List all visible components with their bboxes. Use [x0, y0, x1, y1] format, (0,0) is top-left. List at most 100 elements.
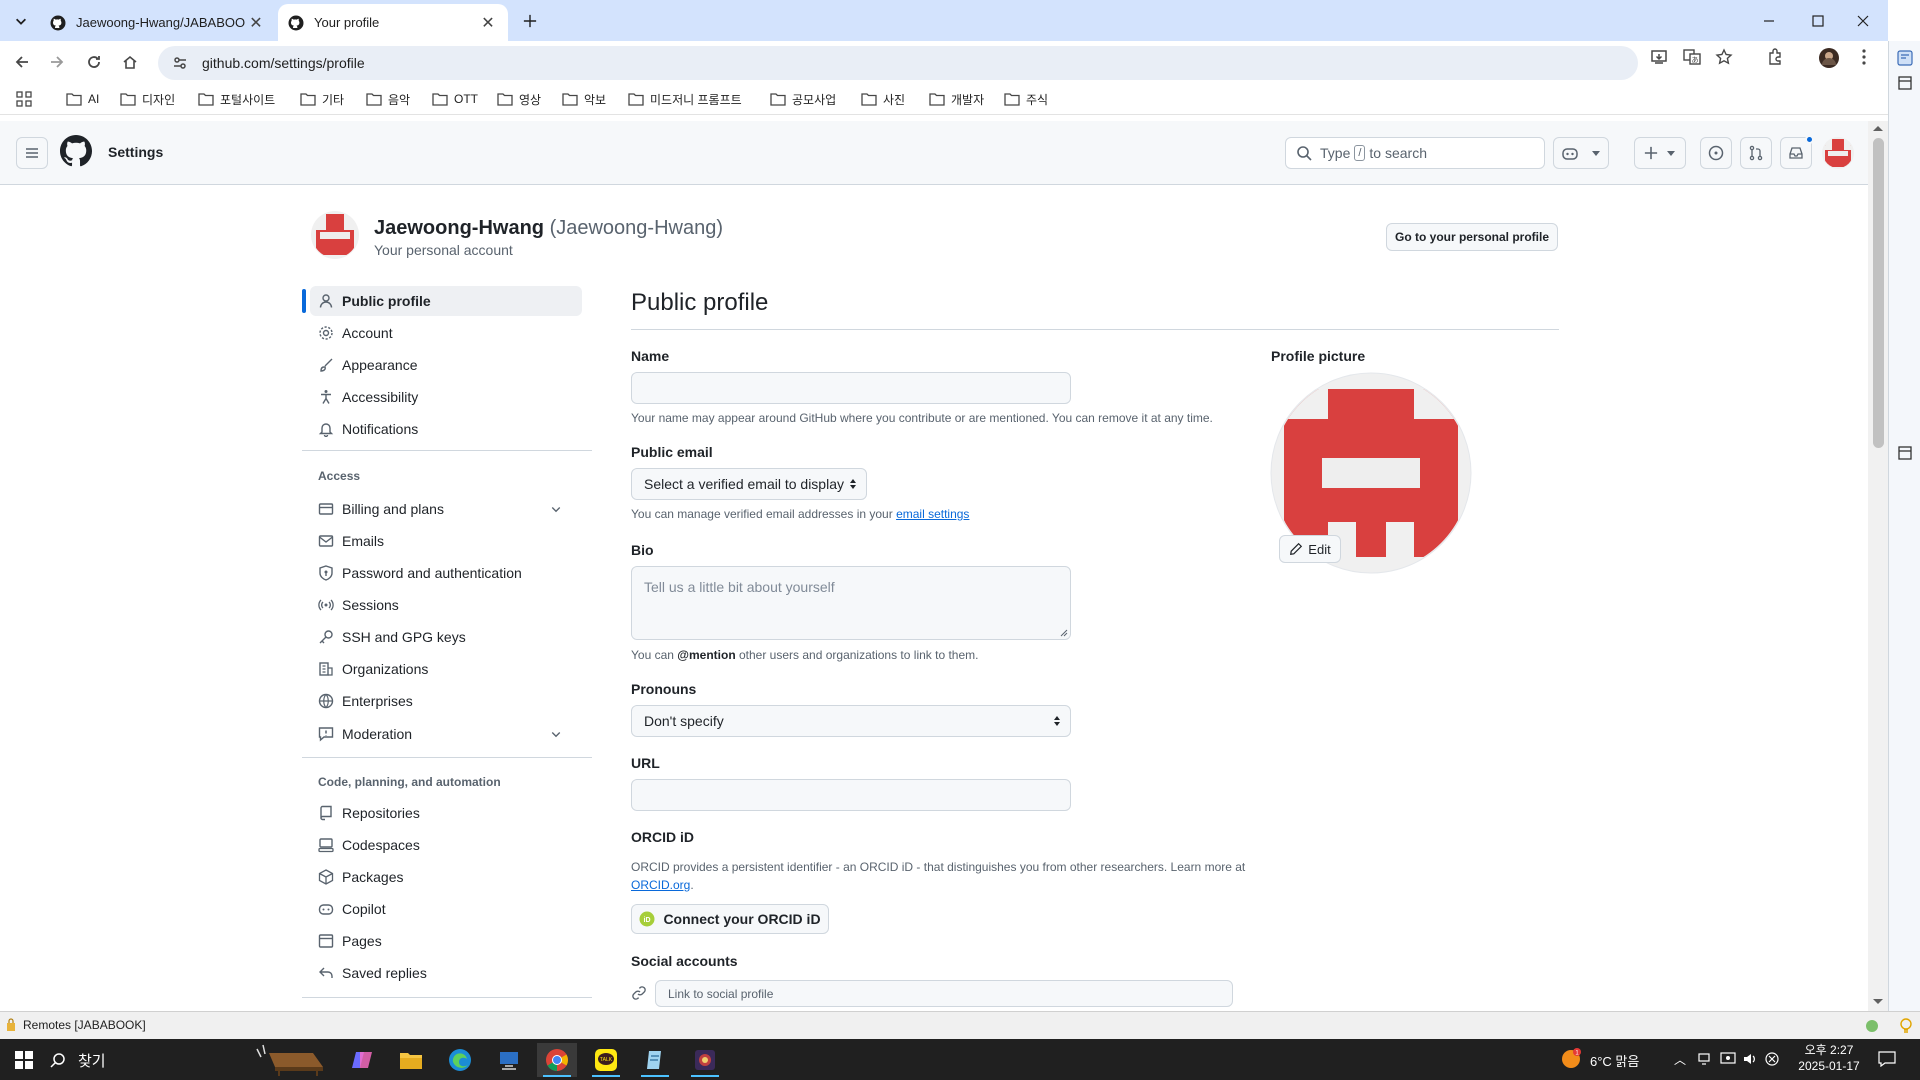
extensions-icon[interactable] — [1766, 48, 1786, 68]
create-new-button[interactable] — [1634, 137, 1686, 169]
bookmark-folder[interactable]: OTT — [432, 89, 478, 109]
sidebar-item-packages[interactable]: Packages — [310, 862, 582, 892]
lightbulb-icon[interactable] — [1899, 1018, 1913, 1034]
sidebar-item-public-profile[interactable]: Public profile — [310, 286, 582, 316]
address-bar[interactable]: github.com/settings/profile — [158, 46, 1638, 80]
public-email-select[interactable]: Select a verified email to display — [631, 468, 867, 500]
install-app-icon[interactable] — [1650, 48, 1670, 68]
sidebar-item-emails[interactable]: Emails — [310, 526, 582, 556]
connect-orcid-button[interactable]: iD Connect your ORCID iD — [631, 904, 829, 934]
chrome-icon[interactable] — [537, 1043, 577, 1077]
taskbar-search[interactable]: 찾기 — [50, 1047, 250, 1073]
tray-chevron-icon[interactable]: ︿ — [1674, 1051, 1686, 1068]
side-panel-icon[interactable] — [1896, 49, 1914, 67]
sidebar-item-sessions[interactable]: Sessions — [310, 590, 582, 620]
start-button[interactable] — [4, 1043, 44, 1077]
kakaotalk-icon[interactable]: TALK — [586, 1043, 626, 1077]
pronouns-select[interactable]: Don't specify — [631, 705, 1071, 737]
bookmark-folder[interactable]: 기타 — [300, 89, 344, 109]
scroll-up-icon[interactable] — [1873, 125, 1883, 131]
scroll-down-icon[interactable] — [1873, 999, 1883, 1005]
back-button[interactable] — [7, 47, 37, 77]
maximize-button[interactable] — [1795, 0, 1841, 41]
bookmark-folder[interactable]: 포털사이트 — [198, 89, 275, 109]
translate-icon[interactable]: あ — [1683, 48, 1703, 68]
edge-icon[interactable] — [440, 1043, 480, 1077]
profile-avatar[interactable] — [1819, 48, 1839, 68]
bookmark-folder[interactable]: 악보 — [562, 89, 606, 109]
file-explorer-icon[interactable] — [391, 1043, 431, 1077]
resize-handle-icon[interactable] — [1060, 629, 1068, 637]
tab-your-profile[interactable]: Your profile ✕ — [278, 4, 508, 41]
bio-textarea[interactable]: Tell us a little bit about yourself — [631, 566, 1071, 640]
sidebar-item-accessibility[interactable]: Accessibility — [310, 382, 582, 412]
name-field[interactable] — [631, 372, 1071, 404]
sidebar-item-saved-replies[interactable]: Saved replies — [310, 958, 582, 988]
github-logo-icon[interactable] — [60, 135, 92, 167]
notification-center-icon[interactable] — [1878, 1051, 1896, 1067]
remote-desktop-icon[interactable] — [489, 1043, 529, 1077]
weather-icon[interactable]: 1 — [1560, 1047, 1582, 1069]
orcid-link[interactable]: ORCID.org — [631, 878, 690, 892]
go-to-profile-button[interactable]: Go to your personal profile — [1386, 223, 1558, 251]
search-input[interactable]: Type / to search — [1285, 137, 1545, 169]
panel-toggle-icon[interactable] — [1897, 445, 1913, 461]
status-tray-icon[interactable] — [1864, 1018, 1880, 1034]
home-button[interactable] — [115, 47, 145, 77]
bookmark-folder[interactable]: 공모사업 — [770, 89, 836, 109]
sidebar-item-enterprises[interactable]: Enterprises — [310, 686, 582, 716]
close-icon[interactable]: ✕ — [478, 13, 498, 33]
tab-search-button[interactable] — [6, 6, 36, 36]
tab-jababook[interactable]: Jaewoong-Hwang/JABABOOK ✕ — [40, 4, 276, 41]
bookmark-folder[interactable]: 주식 — [1004, 89, 1048, 109]
bookmark-star-icon[interactable] — [1715, 48, 1735, 68]
new-tab-button[interactable] — [515, 6, 545, 36]
apps-icon[interactable] — [16, 89, 38, 109]
url-field[interactable] — [631, 779, 1071, 811]
issues-button[interactable] — [1700, 137, 1732, 169]
sidebar-item-copilot[interactable]: Copilot — [310, 894, 582, 924]
copilot-button[interactable] — [1553, 137, 1609, 169]
minimize-button[interactable] — [1746, 0, 1792, 41]
clock[interactable]: 오후 2:27 2025-01-17 — [1794, 1042, 1864, 1074]
bookmark-folder[interactable]: 디자인 — [120, 89, 175, 109]
sidebar-item-account[interactable]: Account — [310, 318, 582, 348]
social-link-input[interactable]: Link to social profile — [655, 980, 1233, 1007]
sidebar-item-appearance[interactable]: Appearance — [310, 350, 582, 380]
display-icon[interactable] — [1720, 1052, 1736, 1066]
pull-requests-button[interactable] — [1740, 137, 1772, 169]
user-avatar-button[interactable] — [1822, 137, 1854, 169]
close-icon[interactable]: ✕ — [246, 13, 266, 33]
sidebar-item-codespaces[interactable]: Codespaces — [310, 830, 582, 860]
account-name[interactable]: Jaewoong-Hwang — [374, 217, 544, 239]
menu-icon[interactable] — [1855, 48, 1875, 68]
sidebar-item-organizations[interactable]: Organizations — [310, 654, 582, 684]
copilot-app-icon[interactable] — [342, 1043, 382, 1077]
edit-picture-button[interactable]: Edit — [1279, 535, 1341, 563]
reading-list-icon[interactable] — [1897, 75, 1913, 91]
reload-button[interactable] — [79, 47, 109, 77]
ime-icon[interactable] — [1765, 1052, 1779, 1066]
bookmark-folder[interactable]: 미드저니 프롬프트 — [628, 89, 742, 109]
sidebar-item-ssh-and-gpg-keys[interactable]: SSH and GPG keys — [310, 622, 582, 652]
email-settings-link[interactable]: email settings — [896, 507, 969, 521]
bookmark-folder[interactable]: 개발자 — [929, 89, 984, 109]
notepad-icon[interactable] — [635, 1043, 675, 1077]
bookmark-folder[interactable]: AI — [66, 89, 99, 109]
forward-button[interactable] — [42, 47, 72, 77]
close-window-button[interactable] — [1840, 0, 1886, 41]
volume-icon[interactable] — [1742, 1052, 1758, 1066]
bookmark-folder[interactable]: 영상 — [497, 89, 541, 109]
sidebar-item-pages[interactable]: Pages — [310, 926, 582, 956]
bookmark-folder[interactable]: 사진 — [861, 89, 905, 109]
game-app-icon[interactable] — [685, 1043, 725, 1077]
hamburger-menu-button[interactable] — [16, 137, 48, 169]
sidebar-item-repositories[interactable]: Repositories — [310, 798, 582, 828]
sidebar-item-password-and-authentication[interactable]: Password and authentication — [310, 558, 582, 588]
network-icon[interactable] — [1698, 1052, 1714, 1066]
sidebar-item-notifications[interactable]: Notifications — [310, 414, 582, 444]
scroll-thumb[interactable] — [1873, 138, 1884, 448]
bookmark-folder[interactable]: 음악 — [366, 89, 410, 109]
sidebar-item-billing-and-plans[interactable]: Billing and plans — [310, 494, 582, 524]
sidebar-item-moderation[interactable]: Moderation — [310, 719, 582, 749]
